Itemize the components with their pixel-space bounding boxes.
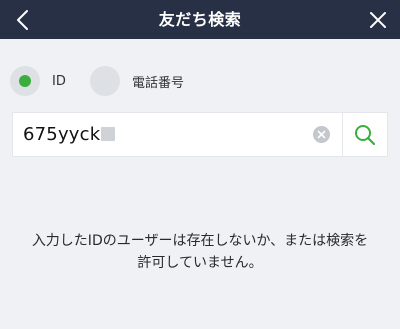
search-box: 675yyck bbox=[12, 112, 388, 157]
result-message: 入力したIDのユーザーは存在しないか、または検索を許可していません。 bbox=[31, 233, 369, 271]
search-input[interactable]: 675yyck bbox=[23, 113, 116, 156]
search-input-text: 675yyck bbox=[23, 124, 101, 145]
search-icon bbox=[355, 124, 376, 145]
header-bar: 友だち検索 bbox=[0, 0, 400, 39]
search-type-options: ID 電話番号 bbox=[0, 62, 400, 100]
search-type-phone[interactable]: 電話番号 bbox=[90, 62, 184, 100]
radio-id[interactable] bbox=[10, 66, 40, 96]
clear-icon[interactable] bbox=[313, 126, 330, 143]
radio-selected-dot bbox=[19, 75, 31, 87]
search-button[interactable] bbox=[343, 113, 387, 156]
radio-phone[interactable] bbox=[90, 66, 120, 96]
page-title: 友だち検索 bbox=[158, 10, 242, 29]
search-type-id-label: ID bbox=[52, 73, 66, 89]
close-icon bbox=[370, 11, 386, 28]
close-button[interactable] bbox=[356, 0, 400, 39]
search-type-phone-label: 電話番号 bbox=[132, 75, 185, 91]
redacted-text-block bbox=[101, 126, 116, 141]
search-type-id[interactable]: ID bbox=[10, 62, 66, 100]
